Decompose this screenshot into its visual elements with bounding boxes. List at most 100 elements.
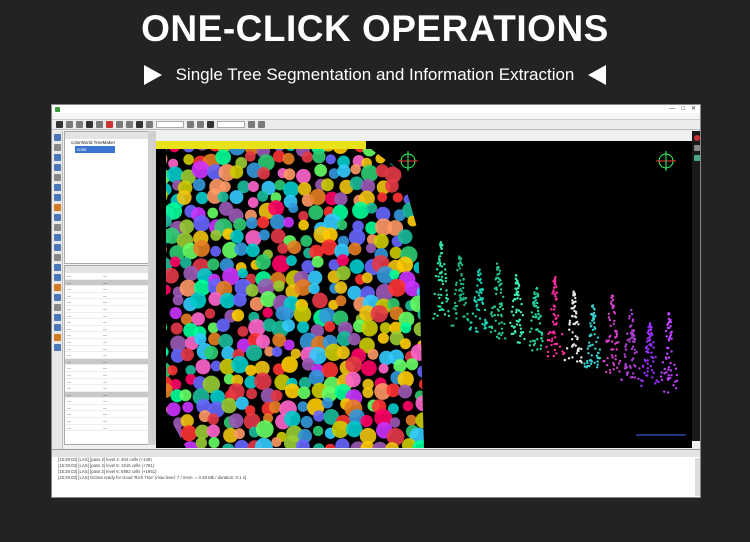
open-icon[interactable]	[187, 121, 194, 128]
console-panel: [15:29:03] [LAS] [pass 2] level 4: 404 c…	[52, 449, 700, 497]
tree-crown	[246, 388, 258, 400]
select-icon[interactable]	[106, 121, 113, 128]
tool-icon-7[interactable]	[54, 204, 61, 211]
tool-icon-18[interactable]	[54, 314, 61, 321]
tool-icon-12[interactable]	[54, 254, 61, 261]
property-key: —	[67, 319, 71, 325]
tool-icon-6[interactable]	[54, 194, 61, 201]
point	[615, 331, 618, 334]
tree-crown	[399, 338, 411, 350]
save-icon[interactable]	[66, 121, 73, 128]
point	[553, 332, 556, 335]
color-icon[interactable]	[136, 121, 143, 128]
tool-icon-13[interactable]	[54, 264, 61, 271]
menu-item-1[interactable]	[55, 114, 59, 119]
left-toolbar	[52, 131, 63, 469]
tree-item-selected[interactable]: color	[75, 146, 115, 153]
tool-icon-21[interactable]	[54, 344, 61, 351]
tool-icon-11[interactable]	[54, 244, 61, 251]
hand-icon[interactable]	[76, 121, 83, 128]
point	[667, 347, 670, 350]
point	[663, 390, 666, 393]
tool-icon-16[interactable]	[54, 294, 61, 301]
hand-icon[interactable]	[207, 121, 214, 128]
tool-icon-2[interactable]	[54, 154, 61, 161]
point	[614, 342, 617, 345]
tool-icon-14[interactable]	[54, 274, 61, 281]
tree-crown	[217, 191, 229, 203]
settings-icon[interactable]	[146, 121, 153, 128]
point	[444, 279, 448, 283]
maximize-button[interactable]: □	[681, 105, 685, 113]
point	[445, 289, 448, 292]
point	[610, 294, 614, 297]
tree-crown	[269, 214, 286, 230]
point-cloud-canvas[interactable]	[156, 141, 692, 448]
point	[646, 362, 649, 365]
point	[550, 343, 553, 347]
point	[628, 337, 631, 341]
minimize-button[interactable]: —	[669, 105, 675, 113]
panel-scrollbar[interactable]	[148, 131, 156, 445]
point	[640, 384, 643, 388]
tool-icon-17[interactable]	[54, 304, 61, 311]
color-scale-icon[interactable]	[694, 155, 700, 161]
record-icon[interactable]	[694, 135, 700, 141]
point	[480, 281, 483, 285]
point	[610, 296, 613, 299]
point	[552, 286, 556, 289]
tool-icon-8[interactable]	[54, 214, 61, 221]
close-button[interactable]: ✕	[691, 105, 696, 113]
tree-crown	[336, 219, 348, 231]
zoom-icon[interactable]	[96, 121, 103, 128]
tool-icon-0[interactable]	[54, 134, 61, 141]
point	[573, 294, 576, 297]
banner-title: ONE-CLICK OPERATIONS	[141, 8, 609, 49]
point	[580, 347, 583, 351]
menu-item-4[interactable]	[84, 114, 88, 119]
tool-icon-19[interactable]	[54, 324, 61, 331]
open-icon[interactable]	[56, 121, 63, 128]
tree-crown	[258, 229, 270, 241]
tool-icon-3[interactable]	[54, 164, 61, 171]
tool-icon-4[interactable]	[54, 174, 61, 181]
rotate-icon[interactable]	[86, 121, 93, 128]
point	[534, 313, 537, 316]
tree-crown	[271, 436, 282, 448]
menu-item-3[interactable]	[75, 114, 79, 119]
segment-icon[interactable]	[126, 121, 133, 128]
tree-crown	[308, 270, 323, 285]
tree-crown	[167, 365, 178, 376]
tool-icon-5[interactable]	[54, 184, 61, 191]
point	[452, 324, 455, 327]
menu-item-2[interactable]	[65, 114, 69, 119]
point	[632, 330, 635, 333]
tool-icon-9[interactable]	[54, 224, 61, 231]
point	[649, 328, 652, 331]
point	[603, 359, 606, 363]
tree-crown	[180, 425, 198, 442]
point	[650, 369, 654, 372]
tool-icon-20[interactable]	[54, 334, 61, 341]
toolbar-dropdown[interactable]	[217, 121, 245, 128]
point	[440, 293, 443, 297]
save-icon[interactable]	[197, 121, 204, 128]
rotate-icon[interactable]	[248, 121, 255, 128]
property-key: —	[67, 292, 71, 298]
point	[453, 292, 457, 296]
point	[496, 266, 499, 269]
zoom-icon[interactable]	[258, 121, 265, 128]
tool-icon-10[interactable]	[54, 234, 61, 241]
tool-icon-15[interactable]	[54, 284, 61, 291]
measure-icon[interactable]	[116, 121, 123, 128]
point	[632, 372, 635, 375]
toolbar-dropdown[interactable]	[156, 121, 184, 128]
tool-icon-1[interactable]	[54, 144, 61, 151]
tree-crown	[404, 177, 416, 189]
3d-viewport[interactable]	[156, 141, 692, 448]
properties-panel: × ——————————————————————————————————————…	[64, 265, 156, 445]
console-scrollbar[interactable]	[695, 458, 700, 496]
view-icon[interactable]	[694, 145, 700, 151]
tree-item-root[interactable]: colorWorld TreeMaker	[65, 139, 155, 146]
point	[497, 322, 501, 325]
